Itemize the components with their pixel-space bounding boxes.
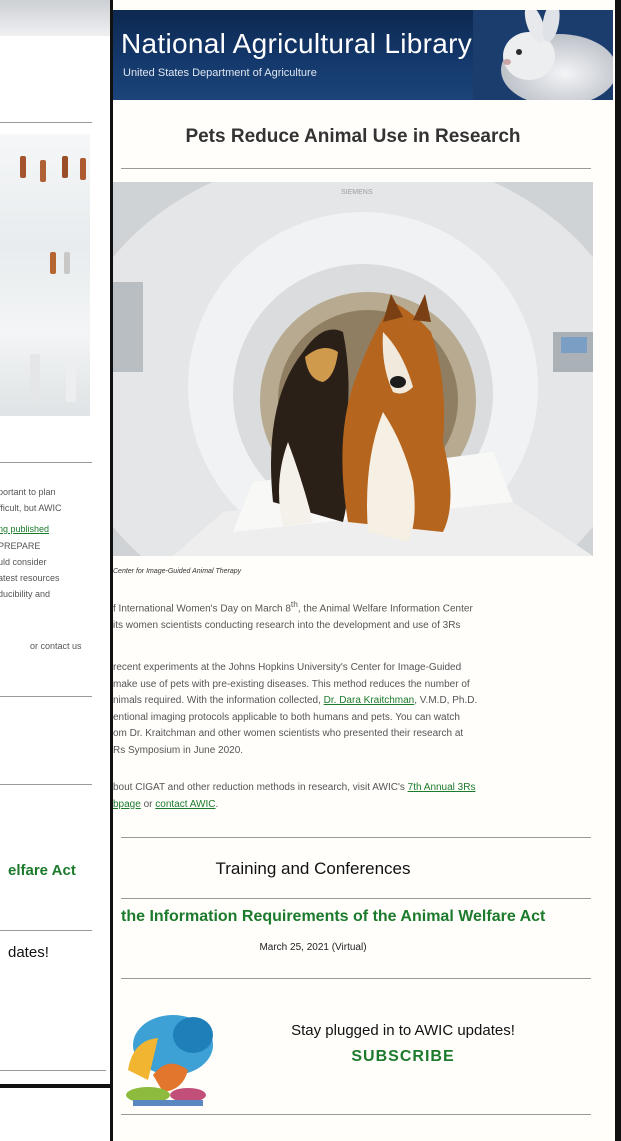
background-page: portant to plan fficult, but AWIC ng pub… <box>0 0 114 1088</box>
event-title-link[interactable]: the Information Requirements of the Anim… <box>121 908 591 926</box>
background-page-header <box>0 0 110 36</box>
background-green-title: elfare Act <box>8 862 76 879</box>
training-section-title: Training and Conferences <box>215 859 411 878</box>
divider <box>121 978 591 979</box>
background-contact-link[interactable]: or contact us <box>30 640 90 653</box>
paragraph-1: f International Women's Day on March 8th… <box>113 599 473 631</box>
banner-title: National Agricultural Library <box>121 28 473 59</box>
paragraph-2: recent experiments at the Johns Hopkins … <box>113 662 478 756</box>
divider <box>0 1070 106 1071</box>
background-page-photo <box>0 134 90 416</box>
background-dark-title: dates! <box>8 944 49 961</box>
banner-subtitle: United States Department of Agriculture <box>123 67 317 79</box>
photo-caption: Center for Image-Guided Animal Therapy <box>113 568 242 575</box>
3rs-symposium-link[interactable]: 7th Annual 3Rs <box>408 782 476 793</box>
divider <box>0 784 92 785</box>
background-contact-text: or contact us <box>30 641 82 651</box>
dr-kraitchman-link[interactable]: Dr. Dara Kraitchman <box>324 695 415 706</box>
divider <box>121 1114 591 1115</box>
animals-collage-image <box>126 1015 213 1106</box>
nal-banner: National Agricultural Library United Sta… <box>113 10 613 100</box>
divider <box>0 696 92 697</box>
subscribe-link[interactable]: SUBSCRIBE <box>243 1048 563 1066</box>
event-date: March 25, 2021 (Virtual) <box>259 942 367 953</box>
paragraph-3: bout CIGAT and other reduction methods i… <box>113 782 476 810</box>
background-text: portant to plan <box>0 487 56 497</box>
mri-dogs-illustration: SIEMENS <box>113 182 593 556</box>
divider <box>121 898 591 899</box>
contact-awic-link[interactable]: contact AWIC <box>155 799 215 810</box>
webpage-link[interactable]: bpage <box>113 799 141 810</box>
divider <box>0 122 92 123</box>
article-content: Pets Reduce Animal Use in Research SIEME… <box>113 100 613 1130</box>
divider <box>121 168 591 169</box>
rabbit-image <box>473 10 613 100</box>
divider <box>0 462 92 463</box>
background-text: atest resources <box>0 573 60 583</box>
newsletter-page: National Agricultural Library United Sta… <box>110 0 621 1141</box>
scanner-brand: SIEMENS <box>341 189 373 196</box>
stay-plugged-in-text: Stay plugged in to AWIC updates! <box>291 1022 515 1039</box>
divider <box>121 837 591 838</box>
divider <box>0 930 92 931</box>
background-text: uld consider <box>0 557 47 567</box>
article-headline: Pets Reduce Animal Use in Research <box>185 126 521 147</box>
mri-dogs-photo: SIEMENS <box>113 182 593 556</box>
background-text: PREPARE <box>0 541 41 551</box>
background-text: fficult, but AWIC <box>0 503 62 513</box>
background-text: ducibility and <box>0 589 51 599</box>
background-link[interactable]: ng published <box>0 523 90 536</box>
